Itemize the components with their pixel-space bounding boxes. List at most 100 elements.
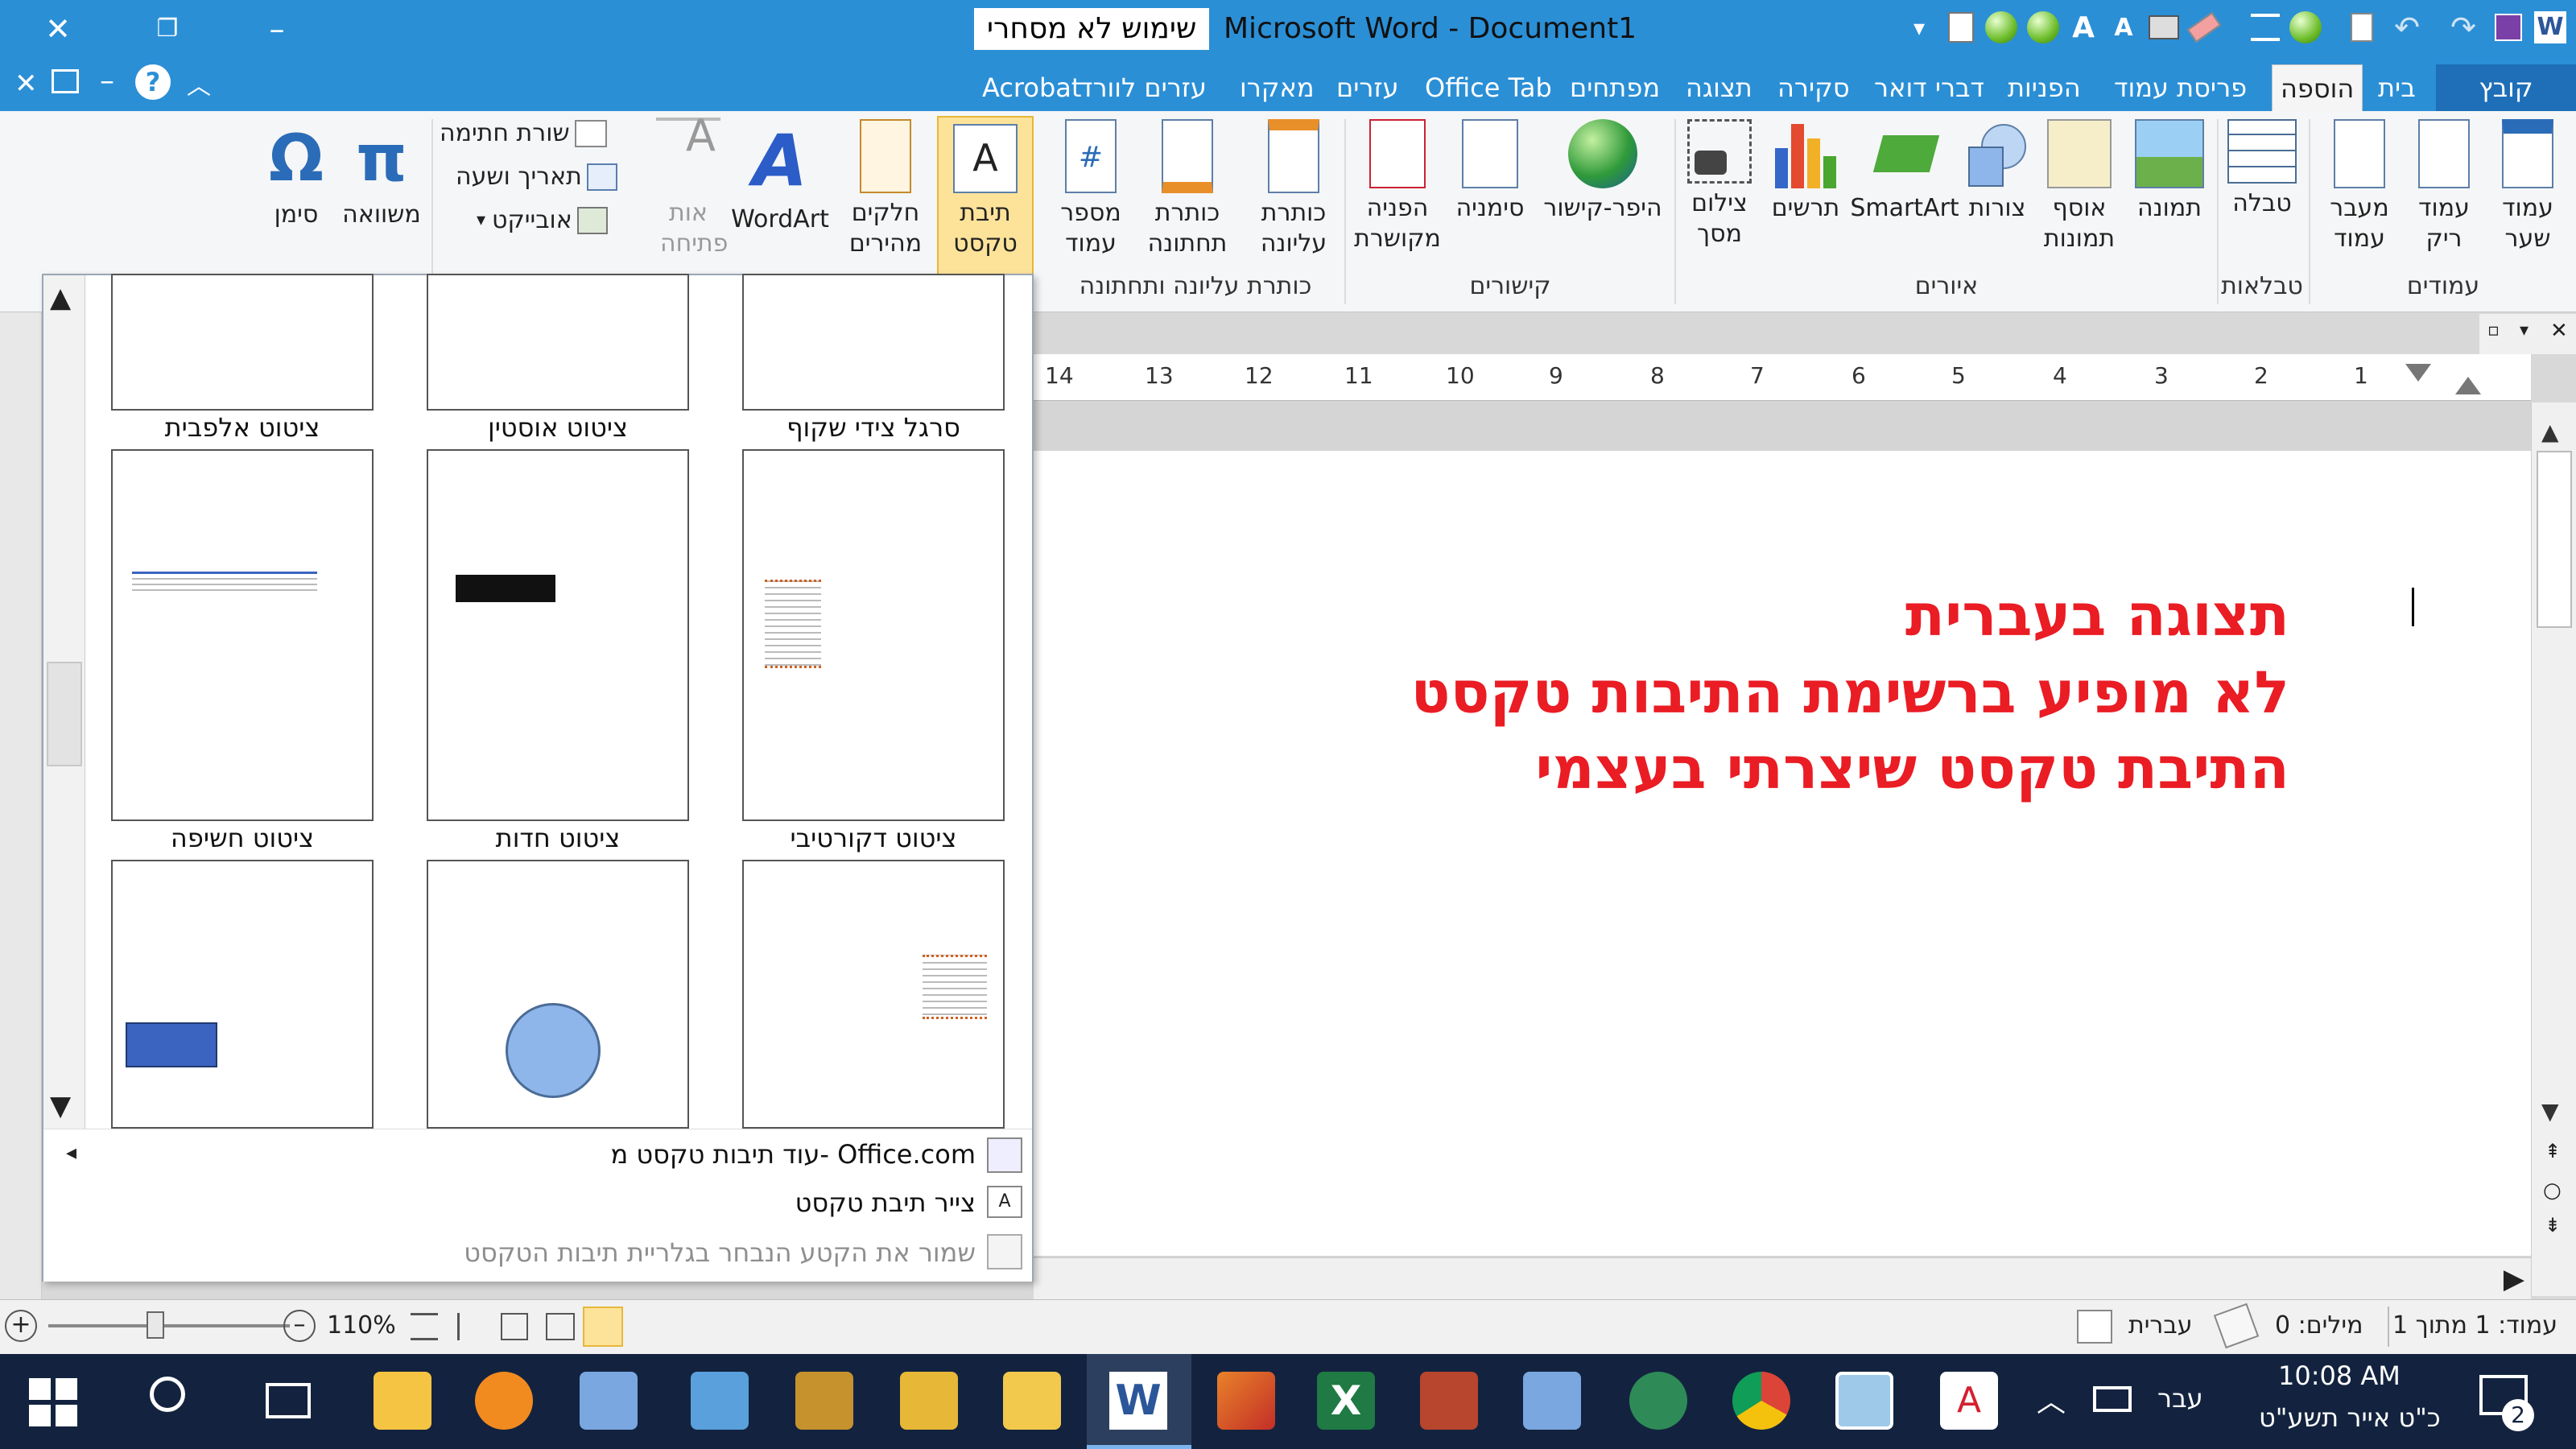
tab-help[interactable]: עזרים [1328,64,1407,111]
photo-app-icon[interactable] [1420,1372,1478,1430]
restore-doc-icon[interactable] [52,69,79,93]
minimize-doc-icon[interactable]: – [100,64,114,97]
equation-button[interactable]: π משוואה [333,122,430,230]
close-doc-icon[interactable]: ✕ [14,68,38,100]
task-view-icon[interactable] [266,1383,311,1418]
qat-font-shrink-icon[interactable]: A [2104,5,2143,50]
doc-close-icon[interactable]: ✕ [2550,319,2568,343]
header-button[interactable]: כותרת עליונה [1241,119,1346,259]
app-icon-12[interactable] [1523,1372,1581,1430]
close-icon[interactable]: ✕ [26,5,90,53]
app-icon-4[interactable] [691,1372,749,1430]
search-app-icon[interactable] [475,1372,533,1430]
qat-print-icon[interactable] [2145,5,2183,50]
picture-button[interactable]: תמונה [2125,119,2214,224]
book-app-icon[interactable] [795,1372,853,1430]
qat-dropdown-icon[interactable]: ▾ [1900,5,1938,50]
qat-eraser-icon[interactable] [2185,5,2223,50]
page-break-button[interactable]: מעבר עמוד [2315,119,2404,254]
tab-home[interactable]: בית [2370,64,2424,111]
symbol-button[interactable]: Ω סימן [256,122,336,230]
windows-start-icon[interactable] [29,1378,77,1426]
doc-dropdown-icon[interactable]: ▾ [2520,320,2529,341]
gallery-item-thumb[interactable] [427,860,689,1129]
scroll-thumb[interactable] [2537,451,2572,628]
app-icon-6[interactable] [900,1372,958,1430]
qat-green-icon-3[interactable] [2286,5,2325,50]
qat-redo-icon[interactable]: ↷ [2444,5,2483,50]
gallery-item-reveal[interactable] [111,449,374,821]
gallery-scroll-up-icon[interactable]: ▲ [50,282,71,314]
qat-green-icon[interactable] [1982,5,2021,50]
excel-icon[interactable]: X [1317,1372,1375,1430]
zoom-slider[interactable] [48,1311,290,1339]
language-indicator[interactable]: עברית [2128,1311,2192,1340]
doc-restore-icon[interactable]: ▫ [2487,320,2500,341]
wordart-button[interactable]: A WordArt [728,122,832,235]
hyperlink-button[interactable]: היפר-קישור [1534,119,1671,224]
more-textboxes-item[interactable]: עוד תיבות טקסט מ- Office.com [610,1139,976,1170]
reading-view-icon[interactable] [546,1313,575,1340]
dropcap-button[interactable]: A אות פתיחה [644,114,733,259]
tray-expand-icon[interactable]: ︿ [2037,1378,2066,1420]
word-count[interactable]: מילים: 0 [2275,1311,2363,1340]
tab-developer[interactable]: מפתחים [1562,64,1668,111]
draw-textbox-item[interactable]: צייר תיבת טקסט [795,1187,976,1218]
proofing-icon[interactable] [2213,1302,2260,1349]
clipart-button[interactable]: אוסף תמונות [2035,119,2124,254]
prev-page-icon[interactable]: ⇞ [2545,1140,2561,1162]
minimize-icon[interactable]: – [245,5,309,53]
battery-icon[interactable] [2093,1386,2132,1412]
qat-list-icon[interactable] [2246,5,2285,50]
screenshot-button[interactable]: צילום מסך [1679,119,1760,250]
word-taskbar-active[interactable]: W [1087,1354,1191,1449]
app-icon-7[interactable] [1003,1372,1061,1430]
qat-save-icon[interactable] [2489,5,2528,50]
tab-references[interactable]: הפניות [2000,64,2089,111]
tab-review[interactable]: סקירה [1769,64,1858,111]
scroll-up-icon[interactable]: ▲ [2541,419,2559,445]
next-page-icon[interactable]: ⇟ [2545,1214,2561,1236]
horizontal-ruler[interactable]: 14 13 12 11 10 9 8 7 6 5 4 3 2 1 [1034,354,2531,401]
tab-download-help[interactable]: עזרים לוורד [1071,64,1215,111]
horizontal-scrollbar[interactable]: ▶ [1034,1257,2531,1299]
scroll-right-icon[interactable]: ▶ [2504,1263,2524,1295]
app-icon-13[interactable] [1629,1372,1687,1430]
gallery-item-thumb[interactable] [111,860,374,1129]
outline-view-icon[interactable] [457,1313,485,1340]
qat-font-grow-icon[interactable]: A [2064,5,2103,50]
tab-mailings[interactable]: דברי דואר [1866,64,1992,111]
web-view-icon[interactable] [501,1313,528,1340]
gallery-item-thumb[interactable] [742,274,1005,411]
help-icon[interactable]: ? [135,64,171,100]
chrome-icon[interactable] [1732,1372,1790,1430]
gallery-item-thumb[interactable] [111,274,374,411]
datetime-button[interactable]: תאריך ושעה [456,163,617,191]
blank-page-button[interactable]: עמוד ריק [2404,119,2484,254]
gallery-item-thumb[interactable] [427,274,689,411]
zoom-level[interactable]: 110% [327,1311,396,1340]
restore-icon[interactable]: ❐ [135,5,200,53]
gallery-item-decorative[interactable] [742,449,1005,821]
bookmark-button[interactable]: סימניה [1446,119,1534,224]
file-explorer-icon[interactable] [374,1372,431,1430]
crossref-button[interactable]: הפניה מקושרת [1349,119,1446,254]
macro-record-icon[interactable] [2077,1310,2112,1344]
gallery-item-thumb[interactable] [742,860,1005,1129]
quickparts-button[interactable]: חלקים מהירים [837,119,934,259]
tab-view[interactable]: תצוגה [1678,64,1761,111]
tab-file[interactable]: קובץ [2436,64,2576,111]
gallery-scroll-thumb[interactable] [47,662,82,766]
search-icon[interactable] [150,1377,185,1412]
gallery-scroll-down-icon[interactable]: ▼ [50,1090,71,1122]
gallery-item-sharp[interactable] [427,449,689,821]
app-icon-15[interactable] [1835,1372,1893,1430]
cover-page-button[interactable]: עמוד שער [2487,119,2568,254]
draft-view-icon[interactable] [411,1313,438,1340]
gallery-scrollbar[interactable]: ▲ ▼ [43,275,85,1129]
first-line-indent-marker[interactable] [2405,364,2431,382]
object-button[interactable]: ▾ אובייקט [477,206,608,234]
app-icon-9[interactable] [1217,1372,1275,1430]
print-layout-icon[interactable] [583,1307,623,1347]
tab-page-layout[interactable]: פריסת עמוד [2106,64,2255,111]
